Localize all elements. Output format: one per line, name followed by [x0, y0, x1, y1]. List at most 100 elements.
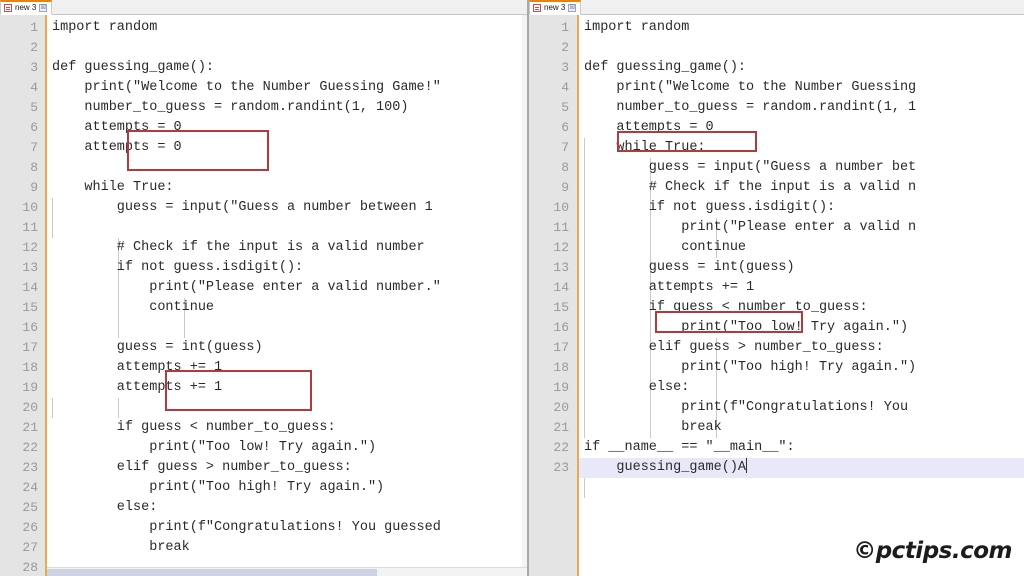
line-number: 5	[30, 100, 38, 115]
code-line[interactable]: print("Welcome to the Number Guessing	[584, 78, 1024, 98]
left-code-text: import random def guessing_game(): print(…	[47, 18, 527, 576]
code-line[interactable]: number_to_guess = random.randint(1, 100)	[52, 98, 527, 118]
code-line[interactable]: while True:	[584, 138, 1024, 158]
code-line[interactable]: while True:	[52, 178, 527, 198]
line-number: 7	[561, 140, 569, 155]
code-line[interactable]: print("Please enter a valid n	[584, 218, 1024, 238]
line-number: 9	[561, 180, 569, 195]
right-code-area[interactable]: import random def guessing_game(): print(…	[579, 15, 1024, 576]
code-line[interactable]	[52, 218, 527, 238]
line-number: 16	[22, 320, 38, 335]
code-line[interactable]: # Check if the input is a valid n	[584, 178, 1024, 198]
code-line[interactable]: if not guess.isdigit():	[584, 198, 1024, 218]
line-number: 6	[30, 120, 38, 135]
code-line[interactable]: number_to_guess = random.randint(1, 1	[584, 98, 1024, 118]
code-line[interactable]: if not guess.isdigit():	[52, 258, 527, 278]
line-number: 1	[30, 20, 38, 35]
code-line[interactable]: # Check if the input is a valid number	[52, 238, 527, 258]
code-line[interactable]: print("Too low! Try again.")	[52, 438, 527, 458]
code-line[interactable]: import random	[52, 18, 527, 38]
code-line[interactable]: attempts = 0	[584, 118, 1024, 138]
screenshot-root: new 3 ☒ 1 2 3 4 5 6 7 8 9 10 11 12 13 14 15 16 17 18 19 20 2…	[0, 0, 1024, 576]
line-number: 20	[553, 400, 569, 415]
line-number: 3	[561, 60, 569, 75]
line-number: 24	[22, 480, 38, 495]
line-number: 2	[30, 40, 38, 55]
line-number: 28	[22, 560, 38, 575]
code-line[interactable]: print("Welcome to the Number Guessing Ga…	[52, 78, 527, 98]
line-number: 8	[30, 160, 38, 175]
line-number: 19	[553, 380, 569, 395]
line-number: 3	[30, 60, 38, 75]
left-tab-new3[interactable]: new 3 ☒	[0, 0, 53, 15]
code-line[interactable]: guess = input("Guess a number bet	[584, 158, 1024, 178]
line-number: 11	[22, 220, 38, 235]
code-line[interactable]: import random	[584, 18, 1024, 38]
line-number: 19	[22, 380, 38, 395]
code-line[interactable]: attempts += 1	[52, 358, 527, 378]
code-line[interactable]: def guessing_game():	[584, 58, 1024, 78]
line-number: 15	[553, 300, 569, 315]
code-line[interactable]: print("Too high! Try again.")	[584, 358, 1024, 378]
line-number: 14	[22, 280, 38, 295]
left-code-area[interactable]: import random def guessing_game(): print(…	[47, 15, 527, 576]
line-number: 10	[553, 200, 569, 215]
line-number: 21	[553, 420, 569, 435]
code-line[interactable]: if __name__ == "__main__":	[584, 438, 1024, 458]
code-line[interactable]: if guess < number_to_guess:	[52, 418, 527, 438]
left-vertical-scrollbar[interactable]	[522, 15, 527, 576]
line-number: 12	[22, 240, 38, 255]
left-hscroll-thumb[interactable]	[47, 569, 377, 576]
code-line[interactable]: print("Too low! Try again.")	[584, 318, 1024, 338]
code-line[interactable]: continue	[584, 238, 1024, 258]
line-number: 10	[22, 200, 38, 215]
code-line[interactable]	[584, 38, 1024, 58]
right-tab-bar: new 3 ☒	[529, 0, 1024, 15]
code-line[interactable]	[52, 398, 527, 418]
code-line[interactable]: else:	[52, 498, 527, 518]
line-number: 13	[553, 260, 569, 275]
code-line[interactable]: print("Too high! Try again.")	[52, 478, 527, 498]
code-line[interactable]: print("Please enter a valid number."	[52, 278, 527, 298]
code-line[interactable]: attempts += 1	[52, 378, 527, 398]
code-line[interactable]: attempts = 0	[52, 138, 527, 158]
right-tab-new3[interactable]: new 3 ☒	[529, 0, 582, 15]
code-line[interactable]: if guess < number_to_guess:	[584, 298, 1024, 318]
code-line[interactable]: def guessing_game():	[52, 58, 527, 78]
code-line[interactable]	[52, 318, 527, 338]
line-number: 9	[30, 180, 38, 195]
code-line[interactable]: guess = input("Guess a number between 1	[52, 198, 527, 218]
right-line-number-gutter: 1 2 3 4 5 6 7 8 9 10 11 12 13 14 15 16 17 18 19 20 21 22 23	[529, 15, 579, 576]
code-line[interactable]: break	[584, 418, 1024, 438]
line-number: 2	[561, 40, 569, 55]
code-line[interactable]: else:	[584, 378, 1024, 398]
code-line[interactable]: attempts += 1	[584, 278, 1024, 298]
line-number: 5	[561, 100, 569, 115]
line-number: 26	[22, 520, 38, 535]
line-number: 22	[553, 440, 569, 455]
right-editor-body: 1 2 3 4 5 6 7 8 9 10 11 12 13 14 15 16 17 18 19 20 21 22 23 im…	[529, 15, 1024, 576]
code-line[interactable]: elif guess > number_to_guess:	[584, 338, 1024, 358]
text-caret	[746, 458, 748, 473]
code-line[interactable]: break	[52, 538, 527, 558]
line-number: 17	[22, 340, 38, 355]
line-number: 16	[553, 320, 569, 335]
code-line[interactable]: print(f"Congratulations! You guessed	[52, 518, 527, 538]
close-icon[interactable]: ☒	[568, 4, 577, 12]
line-number: 20	[22, 400, 38, 415]
code-line[interactable]: guess = int(guess)	[52, 338, 527, 358]
code-line[interactable]	[52, 158, 527, 178]
left-editor-body: 1 2 3 4 5 6 7 8 9 10 11 12 13 14 15 16 17 18 19 20 21 22 23 24 2…	[0, 15, 527, 576]
left-horizontal-scrollbar[interactable]	[47, 567, 527, 576]
close-icon[interactable]: ☒	[39, 4, 48, 12]
code-line[interactable]	[52, 38, 527, 58]
line-number: 8	[561, 160, 569, 175]
code-line[interactable]: guessing_game()A	[579, 458, 1024, 478]
line-number: 21	[22, 420, 38, 435]
code-line[interactable]: elif guess > number_to_guess:	[52, 458, 527, 478]
code-line[interactable]: guess = int(guess)	[584, 258, 1024, 278]
code-line[interactable]: continue	[52, 298, 527, 318]
code-line[interactable]: attempts = 0	[52, 118, 527, 138]
left-tabbar-filler	[52, 0, 527, 14]
code-line[interactable]: print(f"Congratulations! You	[584, 398, 1024, 418]
